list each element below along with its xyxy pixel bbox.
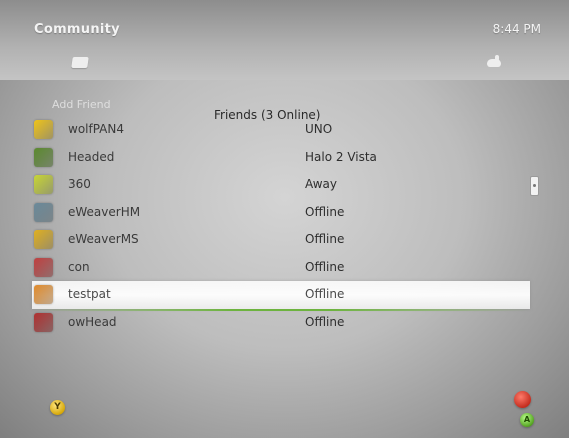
gamerpic-avatar xyxy=(34,202,53,222)
friend-status: Halo 2 Vista xyxy=(305,149,377,164)
friend-row[interactable]: testpat Offline xyxy=(32,281,530,310)
friend-status: Away xyxy=(305,177,337,191)
gamerpic-avatar xyxy=(34,120,53,139)
gamerpic-avatar xyxy=(34,147,53,167)
friend-status: Offline xyxy=(305,204,345,219)
friend-gamertag: eWeaverMS xyxy=(68,232,139,246)
b-button-icon[interactable] xyxy=(514,391,531,408)
gamerpic-avatar xyxy=(34,175,53,194)
gamerpic-avatar xyxy=(34,312,53,332)
friend-status: Offline xyxy=(305,314,345,329)
page-title: Community xyxy=(34,22,120,37)
friend-row[interactable]: Headed Halo 2 Vista xyxy=(32,144,530,172)
gamerpic-avatar xyxy=(34,230,53,249)
friend-status: Offline xyxy=(305,287,345,301)
message-icon[interactable] xyxy=(71,57,89,68)
friend-status: UNO xyxy=(305,122,333,136)
friend-gamertag: con xyxy=(68,259,90,274)
friend-status: Offline xyxy=(305,232,345,246)
friend-row[interactable]: eWeaverHM Offline xyxy=(32,199,530,227)
friend-gamertag: Headed xyxy=(68,149,115,164)
header-bar: Community 8:44 PM Friends (3 Online) xyxy=(0,0,569,122)
friend-row[interactable]: owHead Offline xyxy=(32,309,530,337)
footer: Y A xyxy=(0,385,569,438)
friend-row[interactable]: con Offline xyxy=(32,254,530,282)
a-button-icon[interactable]: A xyxy=(520,413,534,427)
friend-gamertag: testpat xyxy=(68,287,111,301)
add-friend-label[interactable]: Add Friend xyxy=(52,98,111,111)
friend-list: wolfPAN4 UNO Headed Halo 2 Vista 360 Away eWea… xyxy=(32,116,530,336)
friend-status: Offline xyxy=(305,259,345,274)
friend-row[interactable]: wolfPAN4 UNO xyxy=(32,116,530,144)
friend-gamertag: wolfPAN4 xyxy=(68,122,125,136)
nav-row: Friends (3 Online) xyxy=(0,52,569,122)
controller-icon[interactable] xyxy=(486,55,504,69)
friend-row[interactable]: eWeaverMS Offline xyxy=(32,226,530,254)
scrollbar[interactable] xyxy=(530,176,539,196)
friend-gamertag: owHead xyxy=(68,314,117,329)
friend-gamertag: 360 xyxy=(68,177,91,191)
gamerpic-avatar xyxy=(34,285,53,304)
clock: 8:44 PM xyxy=(492,22,541,36)
friend-row[interactable]: 360 Away xyxy=(32,171,530,199)
friend-gamertag: eWeaverHM xyxy=(68,204,141,219)
y-button-icon[interactable]: Y xyxy=(50,400,65,415)
gamerpic-avatar xyxy=(34,257,53,277)
